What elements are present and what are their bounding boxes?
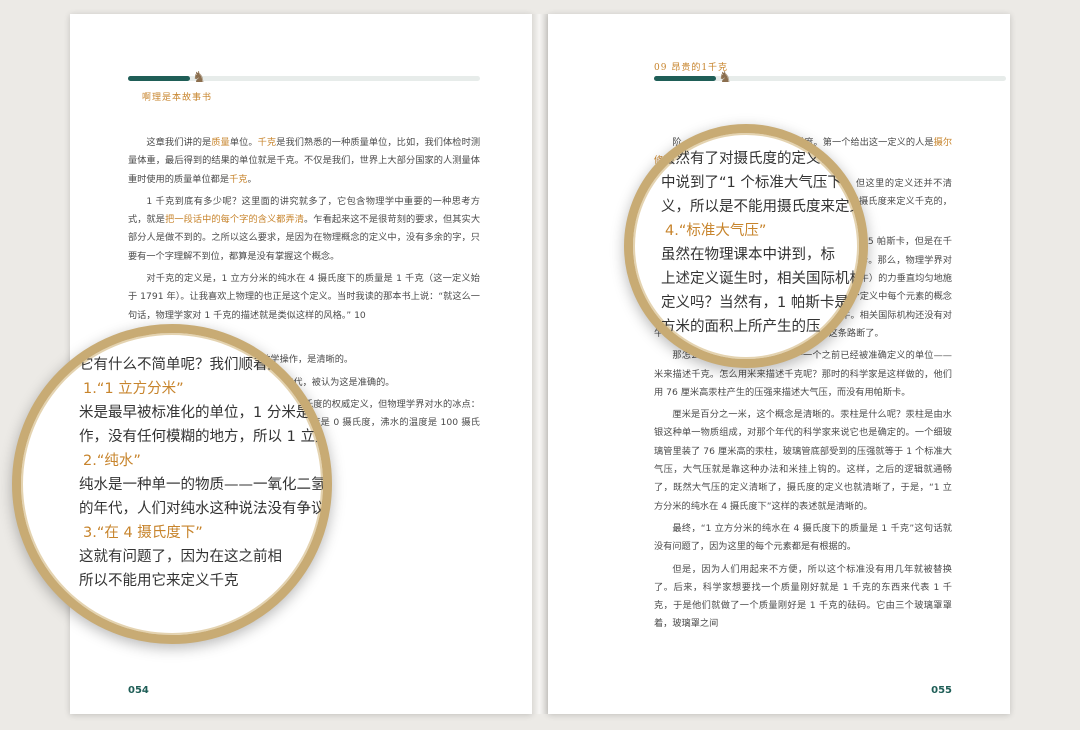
paragraph-text: 最终，“1 立方分米的纯水在 4 摄氏度下的质量是 1 千克”这句话就没有问题了…: [654, 522, 952, 553]
right-header: 09 昂贵的1千克 ♞: [548, 63, 1010, 106]
highlight-term: 质量: [211, 137, 230, 148]
page-number: 055: [931, 685, 952, 696]
paragraph-text: 厘米是百分之一米，这个概念是清晰的。汞柱是什么呢？汞柱是由水银这种单一物质组成，…: [654, 409, 952, 512]
left-header: ♞ 啊理是本故事书: [70, 66, 532, 106]
mascot-icon: ♞: [718, 68, 732, 86]
lens-line: 定义吗？当然有，1 帕斯卡是: [661, 295, 849, 311]
lens-line: 米是最早被标准化的单位，1 分米是 1: [79, 405, 325, 421]
highlight-term: 千克: [229, 173, 248, 185]
lens-line: 方米的面积上所产生的压: [661, 319, 821, 335]
paragraph-text: 对千克的定义是，1 立方分米的纯水在 4 摄氏度下的质量是 1 千克（这一定义始…: [128, 273, 480, 321]
paragraph: 对千克的定义是，1 立方分米的纯水在 4 摄氏度下的质量是 1 千克（这一定义始…: [128, 270, 480, 325]
paragraph-text: 这章我们讲的是: [146, 137, 212, 148]
highlight-term: 把一段话中的每个字的含义都弄清: [165, 214, 305, 226]
magnifier-lens-right: 虽然有了对摄氏度的定义命名。 中说到了“1 个标准大气压下义，所以是不能用摄氏度来…: [624, 124, 868, 368]
lens-heading: 4.“标准大气压”: [665, 223, 767, 239]
paragraph: 1 千克到底有多少呢？这里面的讲究就多了，它包含物理学中重要的一种思考方式，就是…: [128, 193, 480, 266]
lens-heading: 3.“在 4 摄氏度下”: [83, 525, 203, 541]
highlight-term: 千克: [257, 137, 277, 148]
lens-line: 作，没有任何模糊的地方，所以 1 立方分米是: [79, 429, 330, 445]
paragraph: 这章我们讲的是质量单位。千克是我们熟悉的一种质量单位，比如，我们体检时测量体重，…: [128, 134, 480, 189]
book-spine: [532, 14, 548, 714]
running-head: 啊理是本故事书: [142, 93, 213, 103]
page-number: 054: [128, 685, 149, 696]
lens-line: 的年代，人们对纯水这种说法没有争议，也: [79, 501, 332, 517]
lens-line: 义，所以是不能用摄氏度来定义: [661, 199, 864, 215]
magnified-text: 它有什么不简单呢？我们顺着上千克的定义并不简单。 1.“1 立方分米” 米是最早被标…: [79, 353, 332, 593]
lens-line: 虽然有了对摄氏度的定义命名。: [661, 151, 864, 167]
lens-line: 所以不能用它来定义千克: [79, 573, 239, 589]
mascot-icon: ♞: [192, 68, 206, 86]
progress-fill: [128, 76, 190, 81]
lens-line: 这就有问题了，因为在这之前相: [79, 549, 282, 565]
magnified-text: 虽然有了对摄氏度的定义命名。 中说到了“1 个标准大气压下义，所以是不能用摄氏度来…: [661, 147, 864, 339]
lens-heading: 2.“纯水”: [83, 453, 141, 469]
paragraph-text: 单位。: [229, 137, 258, 148]
progress-fill: [654, 76, 716, 81]
paragraph-text: 但是，因为人们用起来不方便，所以这个标准没有用几年就被替换了。后来，科学家想要找…: [654, 563, 952, 630]
lens-line: 中说到了“1 个标准大气压下: [661, 175, 842, 191]
paragraph: 最终，“1 立方分米的纯水在 4 摄氏度下的质量是 1 千克”这句话就没有问题了…: [654, 520, 952, 557]
lens-line: 上述定义诞生时，相关国际机构: [661, 271, 864, 287]
paragraph: 但是，因为人们用起来不方便，所以这个标准没有用几年就被替换了。后来，科学家想要找…: [654, 561, 952, 634]
paragraph: 厘米是百分之一米，这个概念是清晰的。汞柱是什么呢？汞柱是由水银这种单一物质组成，…: [654, 406, 952, 516]
lens-heading: 1.“1 立方分米”: [83, 381, 184, 397]
lens-line: 虽然在物理课本中讲到，标: [661, 247, 835, 263]
lens-line: 它有什么不简单呢？我们顺着上千克的定义并不简单。: [79, 357, 332, 373]
lens-line: 纯水是一种单一的物质——一氧化二氢: [79, 477, 326, 493]
magnifier-lens-left: 它有什么不简单呢？我们顺着上千克的定义并不简单。 1.“1 立方分米” 米是最早被标…: [12, 324, 332, 644]
right-page: 09 昂贵的1千克 ♞ 阶，把每一个台阶定义为 1 摄氏度。第一个给出这一定义的…: [548, 14, 1010, 714]
paragraph-text: 。: [247, 173, 257, 185]
